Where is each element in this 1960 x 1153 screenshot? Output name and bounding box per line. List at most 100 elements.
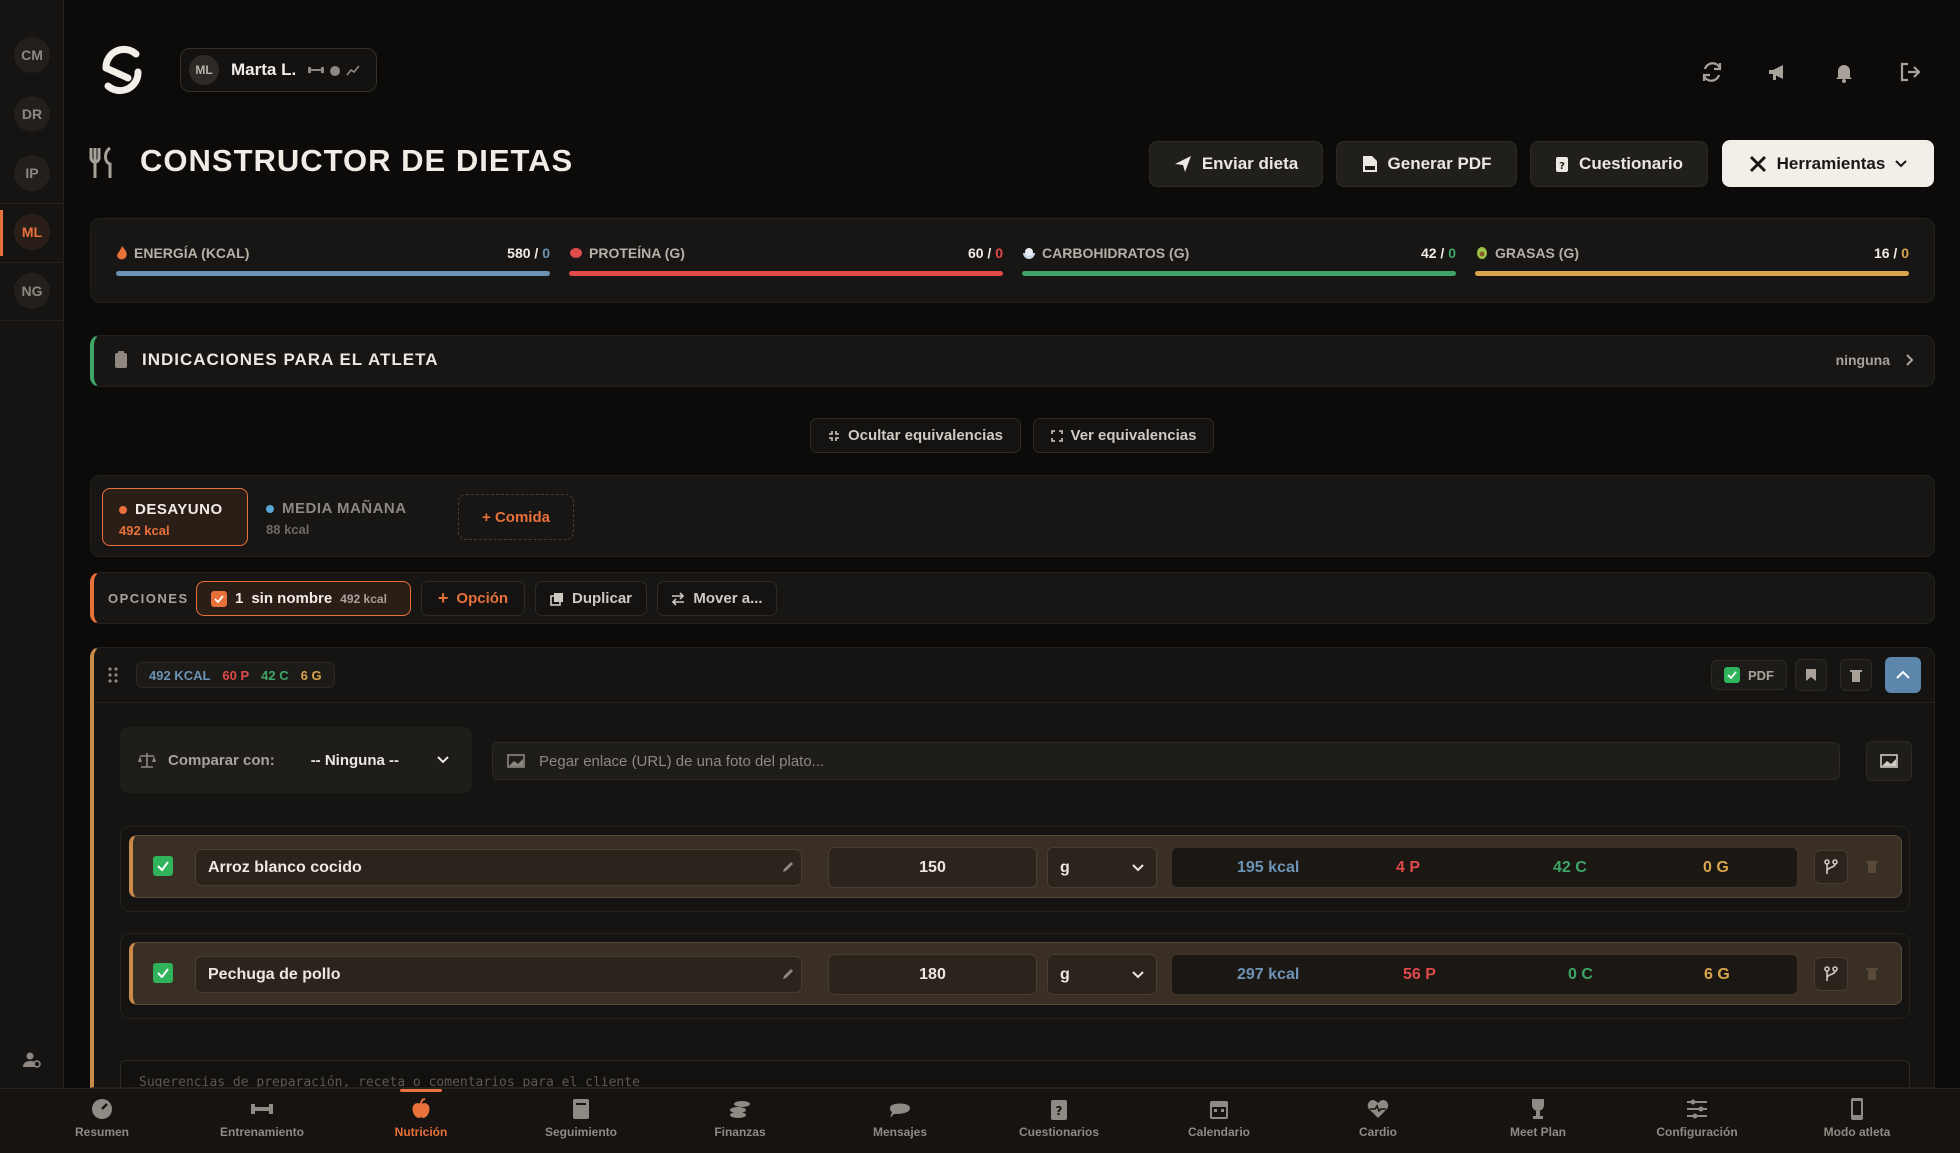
preparation-notes-textarea[interactable]: Sugerencias de preparación, receta o com… xyxy=(120,1060,1910,1087)
food-carbs: 42 C xyxy=(1553,859,1587,876)
image-upload-icon[interactable] xyxy=(1866,741,1912,781)
copy-icon xyxy=(550,592,563,606)
send-diet-label: Enviar dieta xyxy=(1201,154,1299,173)
summary-protein: 60 P xyxy=(222,667,250,683)
bookmark-icon[interactable] xyxy=(1795,659,1827,691)
food-kcal: 195 kcal xyxy=(1237,859,1300,876)
rail-avatar-dr[interactable]: DR xyxy=(14,96,50,132)
coins-icon xyxy=(730,1101,750,1118)
nav-meet-plan[interactable]: Meet Plan xyxy=(1478,1097,1598,1139)
tools-dropdown-button[interactable]: Herramientas xyxy=(1722,140,1934,187)
add-meal-button[interactable]: + Comida xyxy=(458,494,574,540)
branch-icon[interactable] xyxy=(1814,957,1848,991)
meal-dot xyxy=(119,505,127,514)
nav-seguimiento[interactable]: Seguimiento xyxy=(521,1097,641,1139)
compare-select[interactable]: -- Ninguna -- xyxy=(311,752,449,769)
megaphone-icon[interactable] xyxy=(1762,56,1794,88)
hide-equivalences-button[interactable]: Ocultar equivalencias xyxy=(810,418,1021,453)
nav-configuracion[interactable]: Configuración xyxy=(1637,1097,1757,1139)
food-unit-select[interactable]: g xyxy=(1047,847,1157,888)
rail-avatar-ip[interactable]: IP xyxy=(14,155,50,191)
add-option-button[interactable]: + Opción xyxy=(421,581,525,616)
food-quantity-input[interactable]: 180 xyxy=(828,954,1037,995)
food-unit-select[interactable]: g xyxy=(1047,954,1157,995)
branch-icon[interactable] xyxy=(1814,850,1848,884)
macro-fat-bar xyxy=(1475,271,1909,276)
nav-nutricion[interactable]: Nutrición xyxy=(361,1097,481,1139)
nav-cuestionarios[interactable]: ? Cuestionarios xyxy=(999,1097,1119,1139)
food-kcal: 297 kcal xyxy=(1237,966,1300,983)
nav-mensajes[interactable]: Mensajes xyxy=(840,1097,960,1139)
apple-icon xyxy=(330,66,341,76)
macro-fat-target: 0 xyxy=(1901,245,1909,261)
food-quantity-input[interactable]: 150 xyxy=(828,847,1037,888)
nav-label: Resumen xyxy=(74,1125,130,1139)
meal-tab-media-manana[interactable]: MEDIA MAÑANA 88 kcal xyxy=(266,488,436,546)
pdf-checkbox[interactable] xyxy=(1724,667,1740,683)
send-diet-button[interactable]: Enviar dieta xyxy=(1149,141,1323,187)
phone-icon xyxy=(1851,1098,1863,1120)
app-logo[interactable] xyxy=(98,42,146,98)
food-include-checkbox[interactable] xyxy=(153,963,173,983)
show-equivalences-button[interactable]: Ver equivalencias xyxy=(1033,418,1214,453)
rail-avatar-ml[interactable]: ML xyxy=(14,214,50,250)
options-bar: OPCIONES 1 sin nombre 492 kcal + Opción … xyxy=(90,572,1935,624)
nav-finanzas[interactable]: Finanzas xyxy=(680,1097,800,1139)
logout-icon[interactable] xyxy=(1894,56,1926,88)
option-chip-selected[interactable]: 1 sin nombre 492 kcal xyxy=(196,581,411,616)
drag-handle-icon[interactable] xyxy=(108,666,118,684)
nav-calendario[interactable]: Calendario xyxy=(1159,1097,1279,1139)
questionnaire-button[interactable]: ? Cuestionario xyxy=(1530,141,1708,187)
nav-label: Cardio xyxy=(1358,1125,1397,1139)
option-checkbox[interactable] xyxy=(211,590,227,607)
rail-divider xyxy=(0,262,64,263)
nav-cardio[interactable]: Cardio xyxy=(1318,1097,1438,1139)
nav-resumen[interactable]: Resumen xyxy=(42,1097,162,1139)
athlete-indications-panel[interactable]: INDICACIONES PARA EL ATLETA ninguna xyxy=(90,335,1935,387)
option-header: 492 KCAL 60 P 42 C 6 G PDF xyxy=(94,648,1934,703)
nav-modo-atleta[interactable]: Modo atleta xyxy=(1797,1097,1917,1139)
rail-avatar-ng[interactable]: NG xyxy=(14,273,50,309)
macro-carbs-target: 0 xyxy=(1448,245,1456,261)
rail-avatar-cm[interactable]: CM xyxy=(14,37,50,73)
bottom-navigation: Resumen Entrenamiento Nutrición Seguimie… xyxy=(0,1088,1960,1153)
food-name-input[interactable]: Arroz blanco cocido xyxy=(195,849,802,886)
refresh-icon[interactable] xyxy=(1696,56,1728,88)
compare-selected-value: -- Ninguna -- xyxy=(310,751,399,769)
rail-active-indicator xyxy=(0,210,3,256)
user-settings-icon[interactable] xyxy=(22,1050,42,1070)
meal-tab-kcal: 88 kcal xyxy=(266,522,310,537)
pdf-toggle[interactable]: PDF xyxy=(1711,660,1787,690)
athlete-name: Marta L. xyxy=(231,60,297,79)
photo-url-input[interactable]: Pegar enlace (URL) de una foto del plato… xyxy=(492,742,1840,780)
nav-entrenamiento[interactable]: Entrenamiento xyxy=(202,1097,322,1139)
macro-carbs-label: CARBOHIDRATOS (G) xyxy=(1042,245,1190,261)
trash-icon[interactable] xyxy=(1866,966,1878,980)
chat-icon xyxy=(890,1103,910,1118)
macro-protein-label: PROTEÍNA (G) xyxy=(589,245,685,261)
trash-icon[interactable] xyxy=(1840,659,1872,691)
bell-icon[interactable] xyxy=(1828,56,1860,88)
nav-label: Meet Plan xyxy=(1509,1125,1566,1139)
macro-carbs-bar xyxy=(1022,271,1456,276)
questionnaire-label: Cuestionario xyxy=(1579,154,1683,173)
food-name-input[interactable]: Pechuga de pollo xyxy=(195,956,802,993)
meal-tabs-bar: DESAYUNO 492 kcal MEDIA MAÑANA 88 kcal +… xyxy=(90,475,1935,557)
collapse-chevron-up-icon[interactable] xyxy=(1885,657,1921,693)
chevron-down-icon xyxy=(1132,863,1144,871)
meal-tab-desayuno[interactable]: DESAYUNO 492 kcal xyxy=(102,488,248,546)
duplicate-option-button[interactable]: Duplicar xyxy=(535,581,647,616)
generate-pdf-button[interactable]: Generar PDF xyxy=(1336,141,1517,187)
sliders-icon xyxy=(1687,1099,1707,1119)
pdf-file-icon xyxy=(1362,156,1377,172)
move-option-button[interactable]: Mover a... xyxy=(657,581,777,616)
trash-icon[interactable] xyxy=(1866,859,1878,873)
food-include-checkbox[interactable] xyxy=(153,856,173,876)
food-macros: 297 kcal 56 P 0 C 6 G xyxy=(1171,954,1798,995)
book-icon xyxy=(573,1099,589,1119)
meal-tab-kcal: 492 kcal xyxy=(119,523,170,538)
macro-energy-value: 580 xyxy=(507,245,531,261)
athlete-status-icons xyxy=(308,64,360,76)
scale-balance-icon xyxy=(138,753,156,768)
athlete-selector[interactable]: ML Marta L. xyxy=(180,48,377,92)
